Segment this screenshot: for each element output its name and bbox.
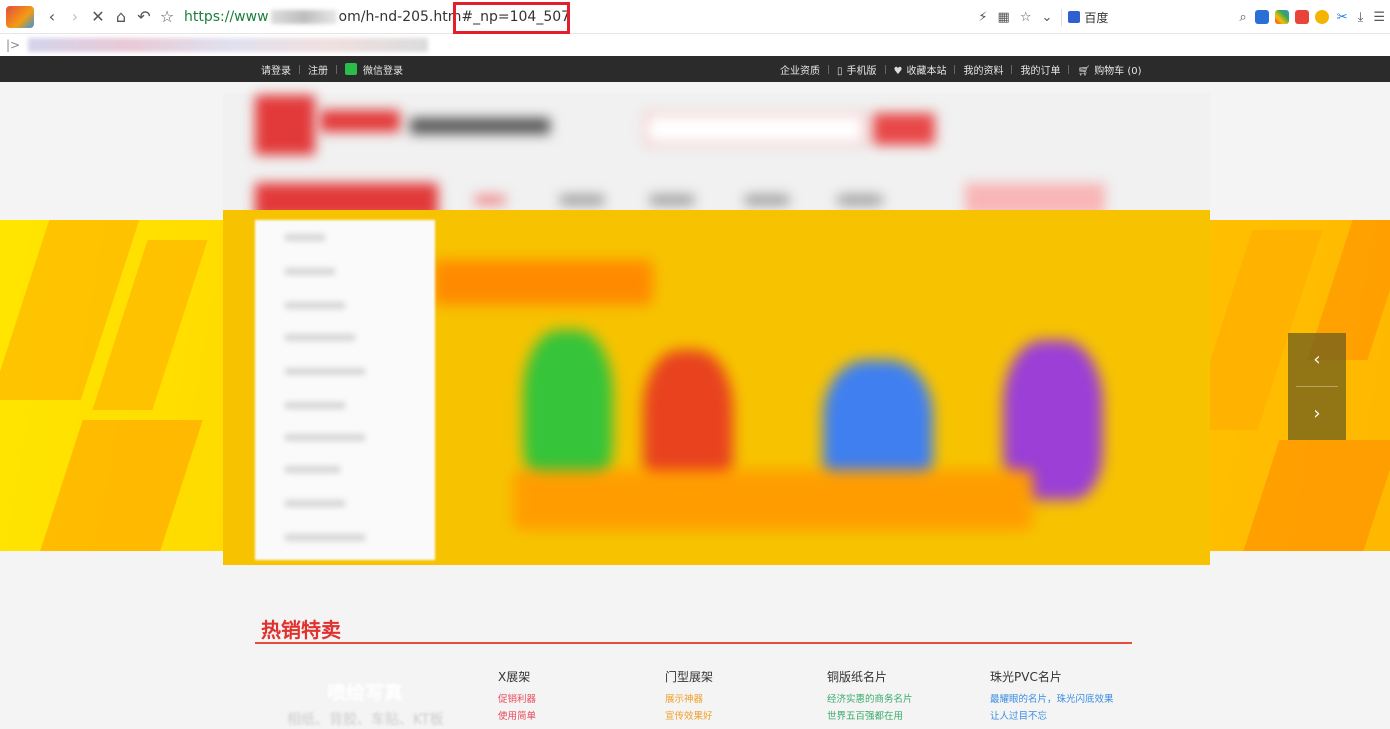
hot-sale-title: 热销特卖 bbox=[261, 618, 341, 642]
main-nav-home[interactable] bbox=[475, 195, 505, 205]
home-icon[interactable]: ⌂ bbox=[110, 6, 132, 28]
site-logo[interactable] bbox=[255, 95, 315, 155]
highlight-box bbox=[453, 2, 570, 34]
cart-label: 购物车 (0) bbox=[1094, 65, 1142, 77]
main-nav-item[interactable] bbox=[650, 195, 694, 205]
main-nav-item[interactable] bbox=[560, 195, 604, 205]
bookmark-star-icon[interactable]: ☆ bbox=[156, 6, 178, 28]
banner-slider-controls: ‹ › bbox=[1288, 333, 1346, 440]
product-card-door-banner[interactable]: 门型展架 展示神器 宣传效果好 bbox=[665, 668, 713, 725]
site-search-input[interactable] bbox=[645, 113, 865, 145]
bookmark-site-label: 收藏本站 bbox=[906, 65, 947, 77]
product-name: 珠光PVC名片 bbox=[990, 670, 1062, 684]
pdf-ext-icon[interactable] bbox=[1294, 10, 1309, 24]
mobile-label: 手机版 bbox=[846, 65, 877, 77]
product-name: 门型展架 bbox=[665, 670, 714, 684]
qr-icon[interactable]: ▦ bbox=[993, 10, 1015, 25]
cart-link[interactable]: 🛒︎ 购物车 (0) bbox=[1069, 62, 1149, 77]
product-tagline: 使用简单 bbox=[498, 711, 537, 722]
undo-icon[interactable]: ↶ bbox=[133, 6, 155, 28]
site-top-nav: 请登录 注册 微信登录 企业资质 ▯ 手机版 ♥ 收藏本站 我的资料 我的订单 🛒︎… bbox=[0, 56, 1390, 82]
product-tagline: 最耀眼的名片，珠光闪底效果 bbox=[990, 694, 1114, 705]
night-mode-icon[interactable] bbox=[1314, 10, 1329, 24]
hot-sale-divider bbox=[255, 642, 1132, 644]
search-engine[interactable]: 百度 bbox=[1061, 8, 1114, 26]
forward-icon[interactable]: › bbox=[64, 6, 86, 28]
slider-next-icon[interactable]: › bbox=[1288, 387, 1346, 440]
promo-title: 喷绘写真 bbox=[327, 682, 404, 704]
phone-icon: ▯ bbox=[837, 65, 843, 77]
bookmarks-redacted bbox=[28, 38, 429, 52]
promo-card[interactable]: 喷绘写真 相纸、背胶、车贴、KT板 bbox=[262, 660, 478, 728]
my-orders-link[interactable]: 我的订单 bbox=[1012, 62, 1068, 77]
download-icon[interactable]: ⤓ bbox=[1353, 10, 1369, 25]
site-logo-text bbox=[320, 110, 400, 132]
product-name: 铜版纸名片 bbox=[827, 670, 888, 684]
baidu-icon bbox=[1068, 11, 1081, 23]
back-icon[interactable]: ‹ bbox=[41, 6, 63, 28]
stop-icon[interactable]: ✕ bbox=[87, 6, 109, 28]
product-tagline: 促销利器 bbox=[498, 694, 537, 705]
toolbar-right: ⚡ ▦ ☆ ⌄ 百度 ⌕ ✂ ⤓ ☰ bbox=[973, 0, 1390, 34]
url-path: om/h-nd-205.htm bbox=[338, 8, 462, 25]
product-card-x-banner[interactable]: X展架 促销利器 使用简单 bbox=[498, 668, 536, 725]
register-link[interactable]: 注册 bbox=[300, 62, 336, 77]
search-engine-label: 百度 bbox=[1084, 10, 1109, 25]
browser-logo[interactable] bbox=[0, 0, 40, 34]
search-icon[interactable]: ⌕ bbox=[1234, 10, 1251, 25]
product-tagline: 展示神器 bbox=[665, 694, 704, 705]
wechat-login-label: 微信登录 bbox=[363, 65, 403, 77]
url-scheme: https://www bbox=[184, 8, 269, 25]
sidebar-toggle-icon[interactable]: |> bbox=[6, 38, 20, 52]
certification-link[interactable]: 企业资质 bbox=[772, 62, 828, 77]
login-link[interactable]: 请登录 bbox=[253, 62, 299, 77]
product-tagline: 经济实惠的商务名片 bbox=[827, 694, 913, 705]
bookmark-bar: |> bbox=[0, 34, 1390, 56]
product-card-coated-card[interactable]: 铜版纸名片 经济实惠的商务名片 世界五百强都在用 bbox=[827, 668, 913, 725]
category-menu-blurred bbox=[255, 220, 435, 560]
url-redacted bbox=[270, 9, 337, 24]
product-name: X展架 bbox=[498, 670, 531, 684]
product-tagline: 让人过目不忘 bbox=[990, 711, 1048, 722]
wechat-icon bbox=[345, 63, 357, 75]
browser-toolbar: ‹ › ✕ ⌂ ↶ ☆ https://www om/h-nd-205.htm … bbox=[0, 0, 1390, 34]
translate-ext-icon[interactable] bbox=[1254, 10, 1269, 24]
cart-icon: 🛒︎ bbox=[1077, 65, 1091, 77]
site-search-button[interactable] bbox=[873, 113, 935, 145]
favorite-star-icon[interactable]: ☆ bbox=[1015, 10, 1037, 25]
apps-ext-icon[interactable] bbox=[1274, 10, 1289, 24]
menu-icon[interactable]: ☰ bbox=[1368, 10, 1390, 25]
promo-subtitle: 相纸、背胶、车贴、KT板 bbox=[287, 712, 444, 728]
site-slogan bbox=[410, 118, 550, 134]
slider-prev-icon[interactable]: ‹ bbox=[1288, 333, 1346, 386]
heart-icon: ♥ bbox=[893, 65, 903, 77]
product-card-pvc-card[interactable]: 珠光PVC名片 最耀眼的名片，珠光闪底效果 让人过目不忘 bbox=[990, 668, 1114, 725]
product-tagline: 世界五百强都在用 bbox=[827, 711, 904, 722]
wechat-login-link[interactable]: 微信登录 bbox=[337, 62, 411, 77]
my-profile-link[interactable]: 我的资料 bbox=[955, 62, 1011, 77]
main-nav-item[interactable] bbox=[745, 195, 789, 205]
mobile-link[interactable]: ▯ 手机版 bbox=[829, 62, 885, 77]
lightning-icon[interactable]: ⚡ bbox=[973, 10, 992, 25]
dropdown-chevron-icon[interactable]: ⌄ bbox=[1036, 10, 1057, 25]
main-nav-item[interactable] bbox=[838, 195, 882, 205]
bookmark-site-link[interactable]: ♥ 收藏本站 bbox=[886, 62, 955, 77]
product-tagline: 宣传效果好 bbox=[665, 711, 713, 722]
scissors-icon[interactable]: ✂ bbox=[1332, 10, 1353, 25]
